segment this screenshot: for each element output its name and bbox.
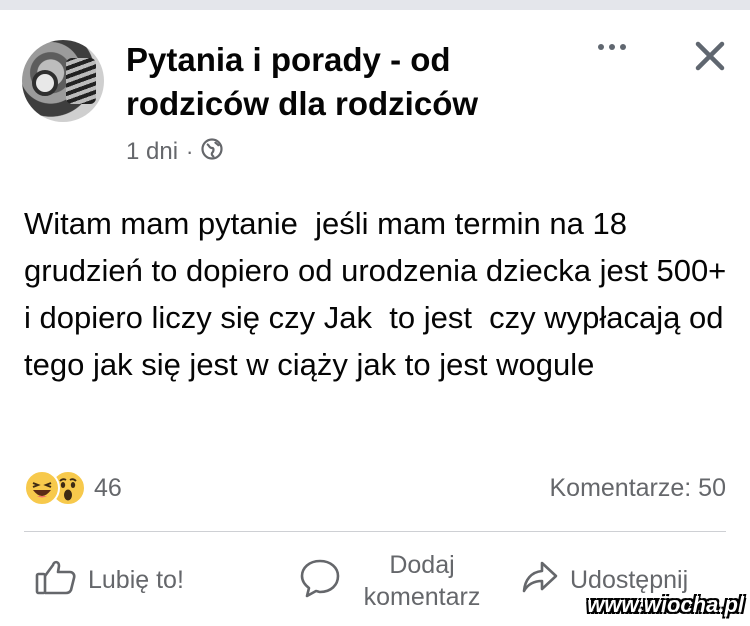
- more-dot: [609, 44, 615, 50]
- haha-emoji-icon: [24, 470, 60, 506]
- avatar-pattern: [66, 58, 96, 104]
- actions-divider: [24, 531, 726, 532]
- post-body-text: Witam mam pytanie jeśli mam termin na 18…: [24, 206, 744, 382]
- group-name-link[interactable]: Pytania i porady - od rodziców dla rodzi…: [126, 38, 546, 126]
- comment-bubble-icon: [298, 556, 342, 607]
- reactions-summary[interactable]: 46: [24, 470, 122, 506]
- post-time[interactable]: 1 dni: [126, 138, 178, 166]
- like-button[interactable]: Lubię to!: [34, 558, 184, 602]
- globe-icon: [201, 137, 223, 167]
- comment-button[interactable]: Dodaj komentarz: [298, 546, 492, 616]
- group-avatar[interactable]: [22, 40, 104, 122]
- avatar-camera-shape: [32, 70, 58, 96]
- post-meta: 1 dni ·: [126, 135, 223, 169]
- thumbs-up-icon: [34, 557, 78, 604]
- close-icon[interactable]: [690, 36, 730, 76]
- more-dot: [620, 44, 626, 50]
- more-dot: [598, 44, 604, 50]
- watermark-text: www.wiocha.pl: [587, 592, 744, 617]
- more-options-icon[interactable]: [592, 32, 632, 62]
- share-arrow-icon: [520, 558, 560, 603]
- reaction-count: 46: [94, 473, 122, 502]
- top-divider-strip: [0, 0, 750, 10]
- comments-count-link[interactable]: Komentarze: 50: [550, 470, 727, 506]
- share-label: Udostępnij: [570, 565, 689, 594]
- comment-label: Dodaj komentarz: [363, 551, 481, 611]
- meta-separator: ·: [186, 139, 194, 164]
- like-label: Lubię to!: [88, 565, 184, 594]
